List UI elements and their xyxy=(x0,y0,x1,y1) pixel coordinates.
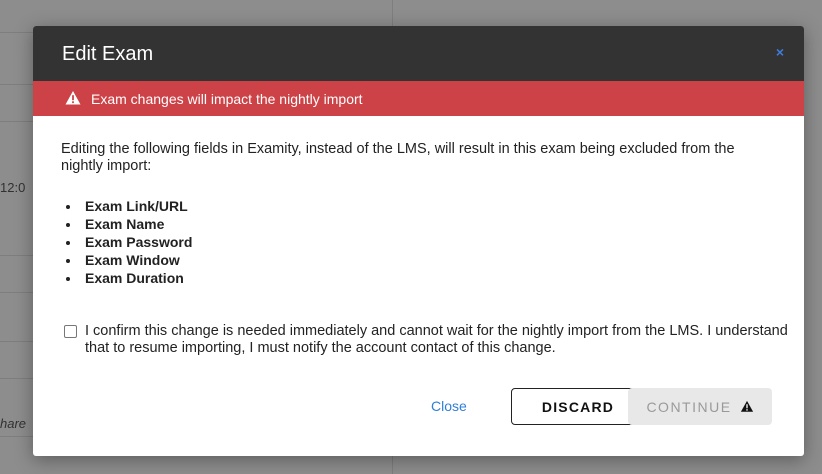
close-icon[interactable]: × xyxy=(776,44,784,60)
warning-triangle-icon xyxy=(65,91,81,105)
modal-header: Edit Exam × xyxy=(33,26,804,81)
affected-fields-list: Exam Link/URL Exam Name Exam Password Ex… xyxy=(61,197,777,287)
discard-label: DISCARD xyxy=(541,398,615,415)
list-item: Exam Name xyxy=(81,215,777,233)
warning-banner: Exam changes will impact the nightly imp… xyxy=(33,81,804,116)
list-item: Exam Password xyxy=(81,233,777,251)
continue-label: CONTINUE xyxy=(646,398,732,415)
continue-button[interactable]: CONTINUE xyxy=(628,388,772,425)
list-item: Exam Link/URL xyxy=(81,197,777,215)
warning-triangle-icon xyxy=(740,400,753,412)
edit-exam-modal: Edit Exam × Exam changes will impact the… xyxy=(33,26,804,456)
list-item: Exam Window xyxy=(81,251,777,269)
modal-title: Edit Exam xyxy=(62,43,154,65)
confirm-checkbox[interactable] xyxy=(64,325,77,338)
close-link[interactable]: Close xyxy=(431,398,467,414)
discard-button[interactable]: DISCARD xyxy=(511,388,645,425)
warning-text: Exam changes will impact the nightly imp… xyxy=(91,91,363,107)
modal-body: Editing the following fields in Examity,… xyxy=(33,116,804,287)
confirm-label[interactable]: I confirm this change is needed immediat… xyxy=(85,323,794,357)
list-item: Exam Duration xyxy=(81,269,777,287)
intro-text: Editing the following fields in Examity,… xyxy=(61,141,735,174)
